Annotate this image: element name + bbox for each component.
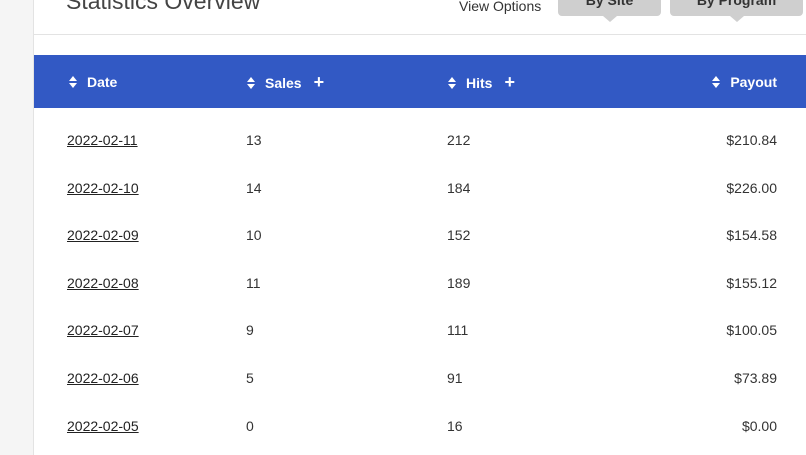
date-link[interactable]: 2022-02-08: [67, 275, 139, 291]
column-header-hits[interactable]: Hits +: [448, 55, 515, 108]
sales-value: 9: [246, 322, 254, 339]
payout-value: $100.05: [726, 322, 777, 339]
column-header-payout[interactable]: Payout: [712, 55, 777, 108]
column-header-hits-label: Hits: [466, 75, 493, 91]
table-row: 2022-02-10 14 184 $226.00: [34, 164, 806, 212]
sort-icon: [712, 76, 721, 88]
payout-value: $155.12: [726, 274, 777, 291]
sort-icon: [247, 77, 255, 89]
sales-value: 10: [246, 227, 262, 244]
table-row: 2022-02-06 5 91 $73.89: [34, 354, 806, 402]
hits-value: 111: [447, 322, 469, 339]
sort-icon: [69, 76, 77, 88]
plus-icon[interactable]: +: [504, 55, 515, 110]
column-header-date[interactable]: Date: [69, 55, 117, 108]
date-link[interactable]: 2022-02-05: [67, 418, 139, 434]
table-row: 2022-02-05 0 16 $0.00: [34, 402, 806, 450]
hits-value: 189: [447, 274, 471, 291]
date-link[interactable]: 2022-02-10: [67, 180, 139, 196]
date-link[interactable]: 2022-02-07: [67, 322, 139, 338]
sales-value: 11: [246, 274, 261, 291]
hits-value: 16: [447, 417, 463, 434]
hits-value: 91: [447, 369, 463, 386]
hits-value: 212: [447, 132, 471, 148]
date-link[interactable]: 2022-02-06: [67, 370, 139, 386]
payout-value: $0.00: [741, 417, 777, 434]
table-row: 2022-02-07 9 111 $100.05: [34, 306, 806, 354]
by-program-button[interactable]: By Program: [670, 0, 803, 22]
payout-value: $210.84: [726, 132, 777, 148]
table-body: 2022-02-11 13 212 $210.84 2022-02-10 14 …: [34, 116, 806, 449]
table-header: Date Sales + Hits + Payout: [34, 55, 806, 108]
by-site-button[interactable]: By Site: [558, 0, 661, 22]
plus-icon[interactable]: +: [314, 55, 325, 110]
sales-value: 14: [246, 179, 262, 196]
payout-value: $73.89: [734, 369, 777, 386]
by-program-button-label: By Program: [696, 0, 777, 8]
hits-value: 152: [447, 227, 471, 244]
view-options-label: View Options: [459, 0, 542, 14]
payout-value: $226.00: [726, 179, 777, 196]
table-row: 2022-02-08 11 189 $155.12: [34, 259, 806, 307]
hits-value: 184: [447, 179, 471, 196]
date-link[interactable]: 2022-02-09: [67, 227, 139, 243]
by-site-button-label: By Site: [585, 0, 634, 8]
page-title: Statistics Overview: [66, 0, 261, 14]
sales-value: 13: [246, 132, 262, 148]
column-header-date-label: Date: [87, 74, 118, 90]
table-row: 2022-02-09 10 152 $154.58: [34, 211, 806, 259]
date-link[interactable]: 2022-02-11: [67, 132, 138, 148]
statistics-panel: Statistics Overview View Options By Site…: [33, 0, 806, 455]
sales-value: 0: [246, 417, 254, 434]
panel-header: Statistics Overview View Options By Site…: [34, 0, 806, 35]
table-row: 2022-02-11 13 212 $210.84: [34, 116, 806, 164]
column-header-sales[interactable]: Sales +: [247, 55, 324, 108]
sales-value: 5: [246, 369, 254, 386]
column-header-sales-label: Sales: [265, 75, 302, 91]
sort-icon: [448, 77, 456, 89]
column-header-payout-label: Payout: [730, 74, 777, 90]
payout-value: $154.58: [726, 227, 777, 244]
